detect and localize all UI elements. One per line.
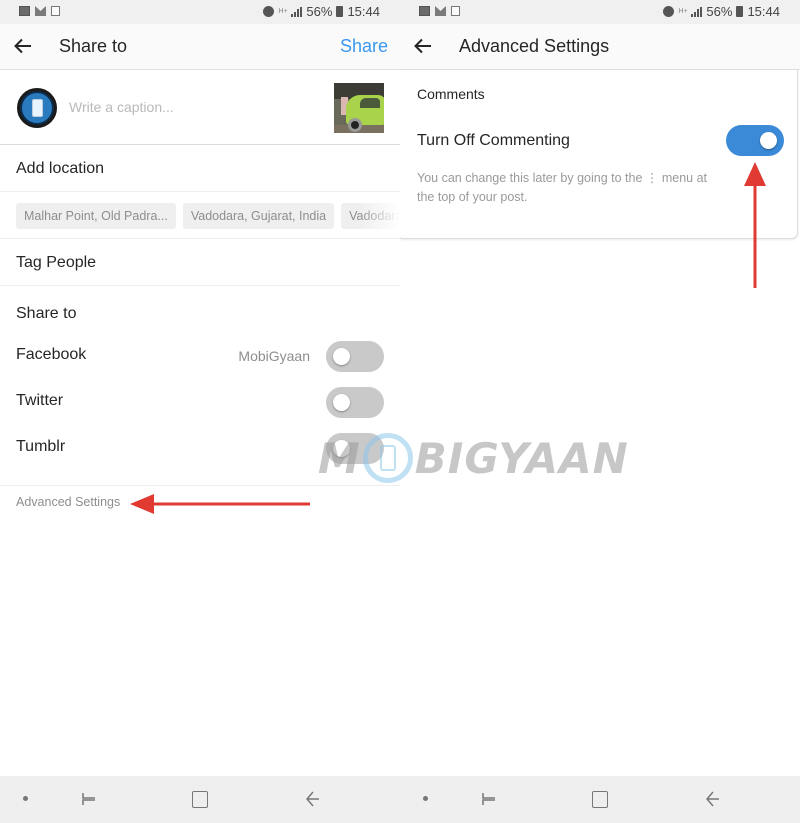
alarm-icon [663,6,675,17]
system-nav-bar [0,776,400,823]
share-button[interactable]: Share [340,36,388,57]
add-location-label[interactable]: Add location [16,160,104,178]
turn-off-commenting-toggle[interactable] [726,125,784,156]
location-chip[interactable]: Malhar Point, Old Padra... [16,203,176,229]
share-target-name: Twitter [16,392,64,409]
annotation-arrow-left [130,494,310,514]
clipboard-check-icon [51,6,60,16]
recent-apps-icon[interactable] [80,790,98,808]
network-type-icon: H+ [278,8,288,15]
caption-input[interactable] [69,99,309,115]
turn-off-commenting-label: Turn Off Commenting [417,132,570,149]
alarm-icon [263,6,275,17]
caption-row [0,71,400,145]
phone-icon [31,99,43,117]
clipboard-check-icon [451,6,460,16]
top-bar: Share to Share [0,24,400,70]
share-row-tumblr: Tumblr [0,426,400,472]
nav-dot-icon[interactable] [23,796,28,801]
add-location-row[interactable]: Add location [0,145,400,192]
twitter-toggle[interactable] [326,387,384,418]
network-type-icon: H+ [678,8,688,15]
home-icon[interactable] [592,791,608,808]
gallery-icon [19,6,30,16]
clock: 15:44 [347,4,380,19]
top-bar: Advanced Settings [400,24,800,70]
share-target-name: Tumblr [16,438,66,455]
nav-back-icon[interactable] [303,789,321,809]
battery-icon [736,6,744,17]
clock: 15:44 [747,4,780,19]
comments-settings-card: Comments Turn Off Commenting You can cha… [400,70,798,239]
signal-icon [291,6,303,17]
commenting-description: You can change this later by going to th… [417,171,708,204]
page-title: Advanced Settings [459,36,610,56]
status-bar: H+ 56% 15:44 [400,0,800,24]
signal-icon [691,6,703,17]
divider [0,485,400,486]
tag-people-row[interactable]: Tag People [0,240,400,286]
mail-icon [35,6,46,16]
share-row-facebook: Facebook MobiGyaan [0,334,400,380]
location-suggestions: Malhar Point, Old Padra... Vadodara, Guj… [0,192,400,239]
share-row-twitter: Twitter [0,380,400,426]
recent-apps-icon[interactable] [480,790,498,808]
share-to-screen: H+ 56% 15:44 Share to Share Add location… [0,0,400,823]
share-target-account: MobiGyaan [238,348,310,364]
share-to-section-title: Share to [16,305,77,322]
page-title: Share to [59,36,128,56]
tag-people-label[interactable]: Tag People [16,254,96,272]
back-arrow-icon[interactable] [412,35,434,57]
post-thumbnail [334,83,384,133]
facebook-toggle[interactable] [326,341,384,372]
location-chip[interactable]: Vadodara, Gujarat, India [182,203,335,229]
battery-icon [336,6,344,17]
tumblr-toggle[interactable] [326,433,384,464]
avatar [17,88,57,128]
back-arrow-icon[interactable] [12,35,34,57]
nav-dot-icon[interactable] [423,796,428,801]
advanced-settings-screen: H+ 56% 15:44 Advanced Settings Comments … [400,0,800,823]
system-nav-bar [400,776,800,823]
battery-percent: 56% [706,4,733,19]
battery-percent: 56% [306,4,333,19]
home-icon[interactable] [192,791,208,808]
comments-section-title: Comments [417,86,485,102]
gallery-icon [419,6,430,16]
mail-icon [435,6,446,16]
status-bar: H+ 56% 15:44 [0,0,400,24]
share-target-name: Facebook [16,346,87,363]
nav-back-icon[interactable] [703,789,721,809]
advanced-settings-link[interactable]: Advanced Settings [16,495,120,509]
